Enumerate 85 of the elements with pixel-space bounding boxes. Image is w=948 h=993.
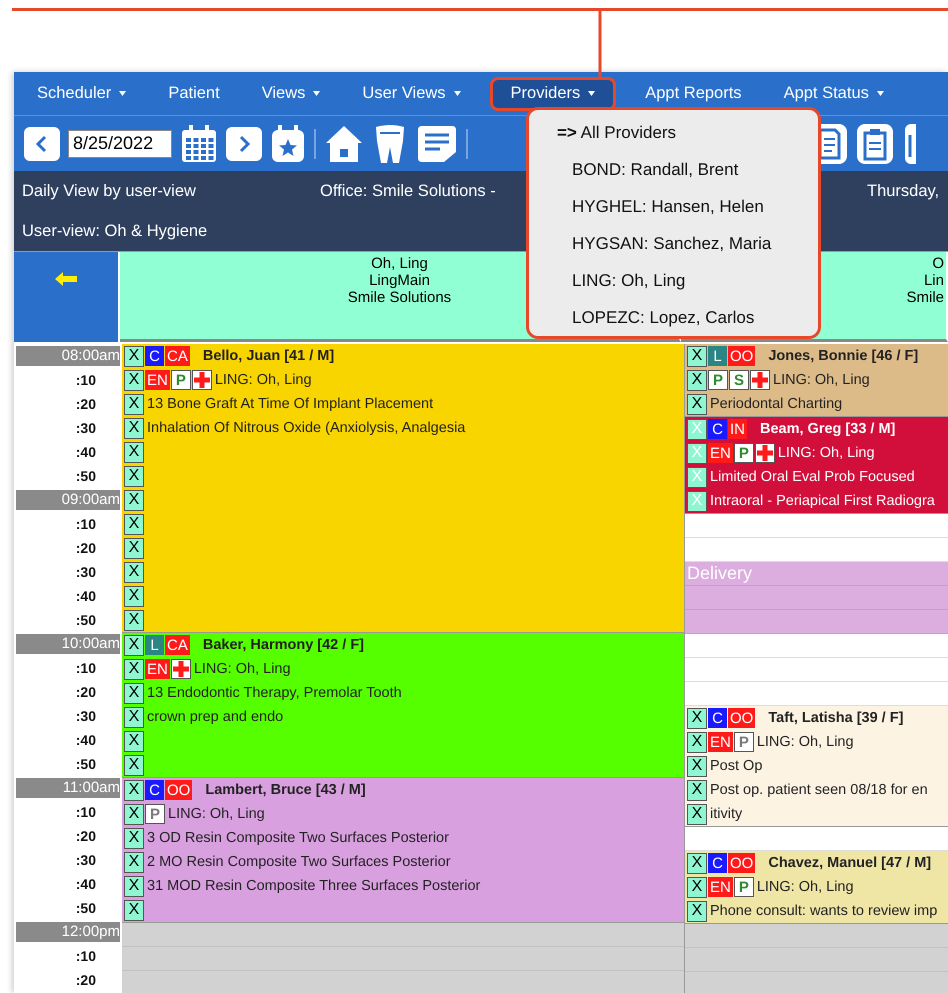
appointment-note: itivity [710, 806, 742, 822]
status-badge: L [145, 635, 164, 655]
status-badge: C [145, 346, 164, 366]
column-header-text: Smile [906, 289, 944, 306]
status-badge: IN [728, 419, 747, 439]
column-header-text: LingMain [369, 272, 430, 289]
appointment-note: LING: Oh, Ling [756, 879, 854, 895]
appointment-note: LING: Oh, Ling [168, 806, 265, 822]
status-badge: EN [145, 659, 170, 679]
column-header-text: Oh, Ling [371, 255, 428, 272]
minute-label: :40 [74, 444, 96, 460]
minute-label: :20 [74, 684, 96, 700]
minute-label: :10 [74, 804, 96, 820]
status-badge: L [708, 346, 727, 366]
minute-label: :10 [74, 660, 96, 676]
status-badge: EN [708, 443, 733, 463]
status-badge: CA [165, 346, 190, 366]
status-badge: C [708, 853, 727, 873]
appointment-note: Phone consult: wants to review imp [710, 903, 938, 919]
minute-label: :20 [74, 540, 96, 556]
appointment-note: LING: Oh, Ling [194, 661, 291, 677]
minute-label: :50 [74, 468, 96, 484]
status-badge: EN [708, 732, 733, 752]
view-title: Daily View by user-view [22, 182, 197, 200]
minute-label: :50 [74, 612, 96, 628]
column-header-text: O [932, 255, 944, 272]
appointment-note: LING: Oh, Ling [778, 445, 875, 461]
column-header-text: Smile Solutions [348, 289, 452, 306]
appointment-note: Post op. patient seen 08/18 for en [710, 782, 928, 798]
status-badge: CA [165, 635, 190, 655]
flag-badge: P [734, 443, 754, 463]
minute-label: :50 [74, 900, 96, 916]
appointment-note: crown prep and endo [147, 709, 284, 725]
status-badge: EN [708, 877, 733, 897]
status-badge: OO [728, 708, 756, 728]
minute-label: :10 [74, 948, 96, 964]
hour-label: 09:00am [16, 490, 120, 510]
appointment-note: LING: Oh, Ling [214, 372, 312, 388]
status-badge: C [708, 708, 727, 728]
appointment-note: 13 Bone Graft At Time Of Implant Placement [147, 396, 434, 412]
minute-label: :30 [74, 564, 96, 580]
minute-label: :20 [74, 828, 96, 844]
flag-badge: P [170, 370, 191, 390]
minute-label: :30 [74, 708, 96, 724]
status-badge: C [708, 419, 727, 439]
status-badge: EN [145, 370, 170, 390]
flag-badge: P [734, 732, 754, 752]
appointment-note: 31 MOD Resin Composite Three Surfaces Posterior [147, 878, 480, 894]
status-badge: OO [165, 780, 192, 800]
hour-label: 08:00am [16, 346, 120, 366]
minute-label: :40 [74, 588, 96, 604]
user-view-label: User-view: Oh & Hygiene [22, 222, 208, 240]
office-label: Office: Smile Solutions - [320, 182, 497, 200]
minute-label: :40 [74, 876, 96, 892]
minute-label: :40 [74, 732, 96, 748]
minute-label: :20 [74, 396, 96, 412]
appointment-note: Limited Oral Eval Prob Focused [710, 469, 915, 485]
date-label: Thursday, [867, 182, 940, 200]
minute-label: :30 [74, 420, 96, 436]
flag-badge: S [729, 370, 749, 390]
appointment-note: Periodontal Charting [710, 396, 842, 412]
hour-label: 11:00am [16, 778, 120, 798]
appointment-note: Inhalation Of Nitrous Oxide (Anxiolysis, Analgesia [147, 420, 466, 436]
appointment-note: LING: Oh, Ling [756, 734, 854, 750]
minute-label: :10 [74, 372, 96, 388]
appointment-note: 2 MO Resin Composite Two Surfaces Posterior [147, 854, 451, 870]
appointment-note: Intraoral - Periapical First Radiogra [710, 493, 935, 509]
appointment-note: LING: Oh, Ling [773, 372, 870, 388]
hour-label: 12:00pm [16, 922, 120, 942]
hour-label: 10:00am [16, 634, 120, 654]
minute-label: :50 [74, 756, 96, 772]
appointment-note: 13 Endodontic Therapy, Premolar Tooth [147, 685, 402, 701]
minute-label: :30 [74, 852, 96, 868]
appointment-note: Post Op [710, 758, 762, 774]
appointment-note: 3 OD Resin Composite Two Surfaces Posterior [147, 830, 449, 846]
status-badge: OO [728, 346, 756, 366]
flag-badge: P [708, 370, 728, 390]
minute-label: :10 [74, 516, 96, 532]
block-label: Delivery [687, 563, 752, 584]
status-badge: OO [728, 853, 756, 873]
flag-badge: P [145, 804, 165, 824]
minute-label: :20 [74, 972, 96, 988]
column-header-text: Lin [924, 272, 944, 289]
status-badge: C [145, 780, 164, 800]
flag-badge: P [734, 877, 754, 897]
